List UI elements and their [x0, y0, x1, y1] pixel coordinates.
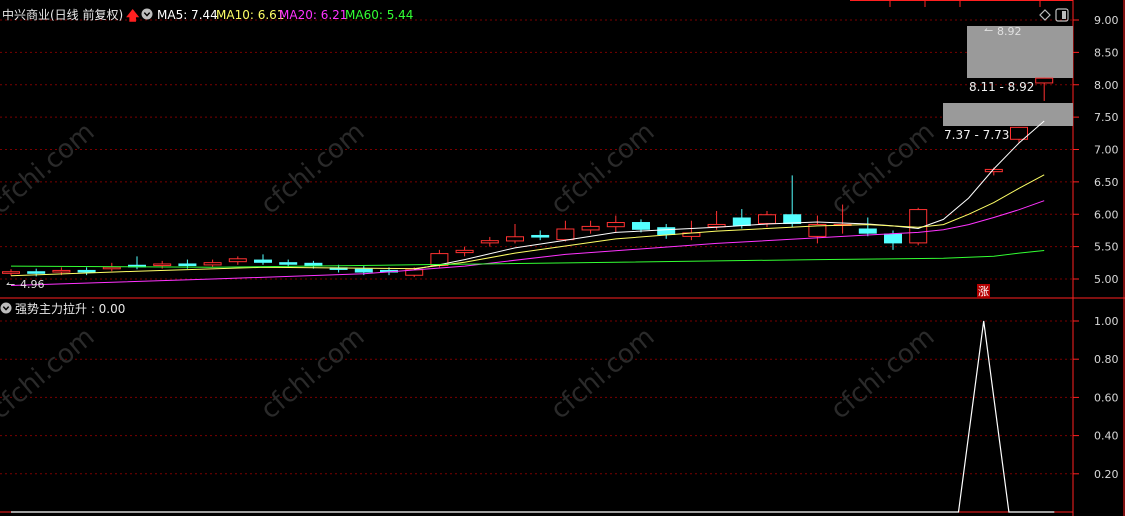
- low-price-arrow: ↼: [6, 278, 15, 291]
- candle-body: [178, 263, 197, 267]
- indicator-header: 强势主力拉升 : 0.00: [0, 301, 125, 316]
- grid-lines: [0, 19, 1073, 475]
- candle: [77, 267, 96, 276]
- candle-body: [27, 271, 46, 274]
- price-tick-label: 5.00: [1094, 273, 1119, 286]
- candle: [254, 254, 272, 265]
- watermark-text: cfchi.com: [0, 117, 100, 220]
- candle-body: [254, 259, 272, 263]
- candle: [228, 256, 247, 265]
- candle-body: [77, 269, 96, 273]
- candle-body: [632, 222, 650, 230]
- candle: [1035, 77, 1054, 101]
- candle-body: [732, 217, 751, 226]
- candle-body: [203, 262, 222, 266]
- stock-title: 中兴商业(日线 前复权): [2, 7, 123, 22]
- resistance-zone-lower: [943, 103, 1073, 126]
- candle-body: [354, 268, 373, 273]
- indicator-tick-label: 0.60: [1094, 391, 1119, 404]
- candle: [682, 220, 701, 241]
- limit-up-badge: 涨: [978, 285, 989, 298]
- price-tick-label: 8.50: [1094, 46, 1119, 59]
- candle: [2, 269, 20, 276]
- candle-body: [1035, 77, 1054, 84]
- candle: [531, 230, 550, 241]
- ma20-label: MA20: 6.21: [279, 8, 347, 22]
- candle: [480, 236, 499, 247]
- diamond-icon[interactable]: [1039, 9, 1051, 21]
- indicator-tick-label: 0.20: [1094, 468, 1119, 481]
- price-tick-label: 7.50: [1094, 111, 1119, 124]
- candle-body: [480, 240, 499, 244]
- candle-body: [884, 233, 902, 244]
- candle: [581, 220, 600, 234]
- ma60-label: MA60: 5.44: [345, 8, 413, 22]
- candle-body: [657, 227, 676, 235]
- high-price-label: 8.92: [997, 25, 1022, 38]
- indicator-label: 强势主力拉升 : 0.00: [15, 301, 125, 316]
- price-tick-label: 7.00: [1094, 144, 1119, 157]
- price-tick-label: 8.00: [1094, 79, 1119, 92]
- stock-chart: cfchi.com cfchi.com cfchi.com cfchi.com cfch…: [0, 0, 1125, 516]
- panel-toggle-icon[interactable]: [1055, 8, 1069, 22]
- candle: [783, 175, 802, 228]
- price-tick-label: 5.50: [1094, 241, 1119, 254]
- candle-body: [228, 258, 247, 263]
- candle: [556, 220, 575, 242]
- high-price-arrow: ↼: [984, 24, 993, 37]
- candle-body: [758, 214, 776, 224]
- candle-body: [279, 262, 298, 265]
- candle: [506, 223, 524, 244]
- y-axis-ticks: 5.00 5.50 6.00 6.50 7.00 7.50 8.00 8.50 9.00 0.20…: [1073, 14, 1119, 481]
- candle-body: [52, 269, 71, 273]
- watermark-text: cfchi.com: [0, 322, 100, 425]
- ma5-label: MA5: 7.44: [157, 8, 218, 22]
- price-tick-label: 6.50: [1094, 176, 1119, 189]
- candle-body: [102, 266, 121, 270]
- price-zones: [943, 26, 1073, 126]
- candle: [203, 259, 222, 268]
- chart-header: 中兴商业(日线 前复权) 🡅 MA5: 7.44 MA10: 6.61 MA20…: [2, 7, 1069, 24]
- ma-line-ma10: [10, 174, 1045, 277]
- candle: [1010, 126, 1028, 144]
- up-arrow-icon: 🡅: [126, 9, 140, 24]
- indicator-tick-label: 1.00: [1094, 315, 1119, 328]
- candle-body: [556, 228, 575, 241]
- candle: [606, 215, 625, 233]
- candle-body: [455, 249, 474, 254]
- price-tick-label: 9.00: [1094, 14, 1119, 27]
- indicator-collapse-icon[interactable]: [0, 302, 12, 314]
- candle-body: [2, 271, 20, 274]
- candle: [808, 215, 827, 244]
- zone-lower-label: 7.37 - 7.73: [944, 128, 1009, 142]
- indicator-tick-label: 0.40: [1094, 430, 1119, 443]
- candle: [858, 217, 877, 237]
- watermark-text: cfchi.com: [545, 117, 660, 220]
- low-price-label: 4.96: [20, 278, 45, 291]
- candle-body: [581, 225, 600, 231]
- candle-body: [153, 263, 172, 267]
- candle-body: [606, 222, 625, 228]
- candle: [455, 246, 474, 257]
- ma10-label: MA10: 6.61: [216, 8, 284, 22]
- indicator-tick-label: 0.80: [1094, 353, 1119, 366]
- ma-line-ma5: [414, 120, 1045, 270]
- candle-body: [531, 234, 550, 238]
- zone-upper-label: 8.11 - 8.92: [969, 80, 1034, 94]
- watermark-text: cfchi.com: [255, 322, 370, 425]
- watermark-text: cfchi.com: [545, 322, 660, 425]
- candle: [657, 223, 676, 239]
- collapse-toggle-icon[interactable]: [141, 8, 153, 20]
- price-tick-label: 6.00: [1094, 208, 1119, 221]
- candle-body: [506, 236, 524, 242]
- candle-body: [984, 168, 1003, 173]
- candle-body: [858, 228, 877, 234]
- watermark-text: cfchi.com: [825, 322, 940, 425]
- watermark-text: cfchi.com: [255, 117, 370, 220]
